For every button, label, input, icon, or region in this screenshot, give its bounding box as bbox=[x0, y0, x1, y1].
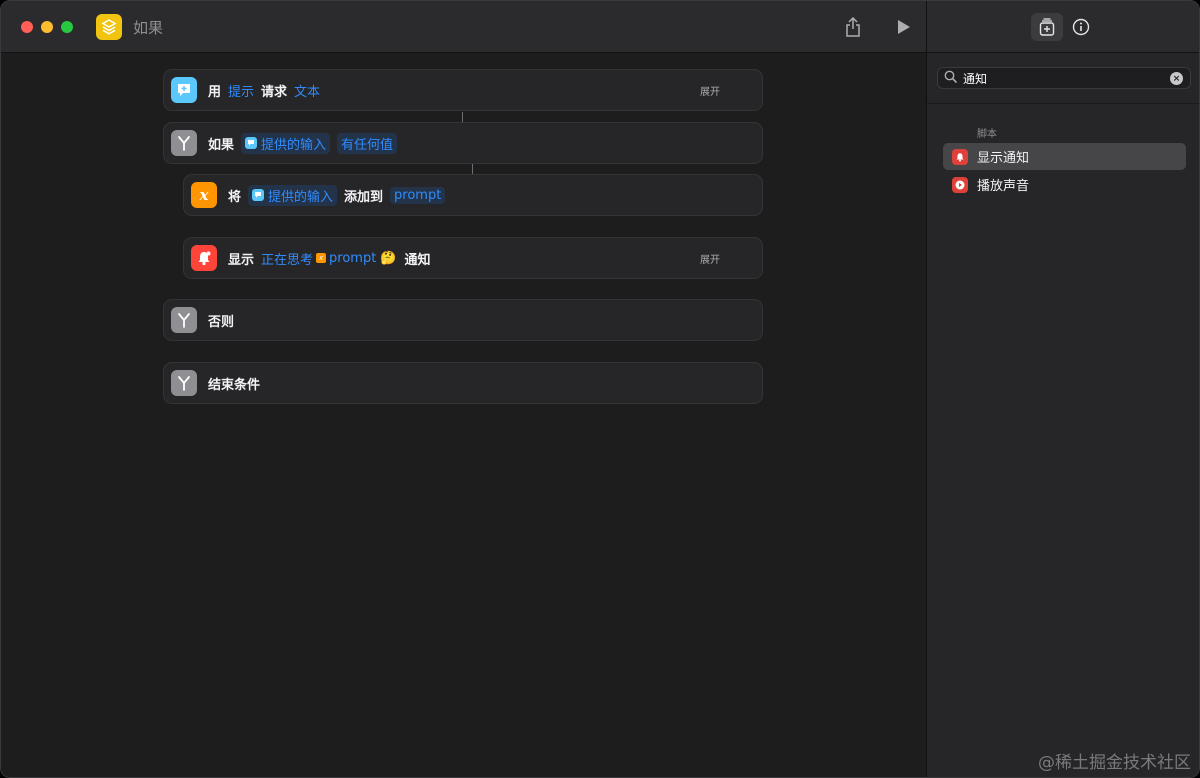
expand-button[interactable]: 展开 bbox=[700, 251, 720, 266]
title-bar: 如果 bbox=[1, 1, 926, 53]
sidebar-item-label: 播放声音 bbox=[977, 179, 1030, 194]
input-type-token[interactable]: 文本 bbox=[294, 81, 320, 100]
shortcut-editor: 用 提示 请求 文本 展开 如果 提供的输入 有任何值 x 将 提供的输入 添加… bbox=[1, 54, 926, 777]
search-input[interactable] bbox=[963, 71, 1163, 85]
expand-button[interactable]: 展开 bbox=[700, 83, 720, 98]
sidebar-item-label: 显示通知 bbox=[977, 151, 1030, 166]
divider bbox=[927, 103, 1199, 104]
shortcut-icon[interactable] bbox=[96, 14, 122, 40]
provided-input-variable[interactable]: 提供的输入 bbox=[248, 184, 338, 206]
action-label: 否则 bbox=[208, 314, 235, 330]
action-word: 通知 bbox=[404, 252, 431, 268]
clear-search-icon[interactable]: × bbox=[1170, 72, 1183, 85]
add-action-icon[interactable] bbox=[1031, 13, 1063, 41]
connector-line bbox=[462, 112, 463, 122]
action-search-field[interactable]: × bbox=[937, 67, 1191, 89]
show-notification-action[interactable]: 显示 正在思考 x prompt 🤔 通知 展开 bbox=[183, 237, 763, 279]
action-label: 结束条件 bbox=[208, 377, 261, 393]
variable-label: 提供的输入 bbox=[261, 137, 327, 153]
speech-bubble-icon bbox=[252, 189, 265, 201]
provided-input-variable[interactable]: 提供的输入 bbox=[241, 132, 331, 154]
connector-line bbox=[472, 164, 473, 174]
action-verb: 显示 bbox=[228, 252, 255, 268]
variable-label: 提供的输入 bbox=[268, 189, 334, 205]
bell-icon bbox=[952, 148, 968, 165]
sidebar-toolbar bbox=[927, 1, 1199, 53]
add-to-variable-action[interactable]: x 将 提供的输入 添加到 prompt bbox=[183, 174, 763, 216]
action-library-sidebar: × 脚本 显示通知 播放声音 @稀土掘金技术社区 bbox=[926, 1, 1199, 777]
prompt-variable[interactable]: prompt bbox=[329, 251, 376, 266]
action-word: 请求 bbox=[261, 84, 288, 100]
if-action[interactable]: 如果 提供的输入 有任何值 bbox=[163, 122, 763, 164]
variable-x-icon: x bbox=[191, 182, 217, 208]
thinking-emoji: 🤔 bbox=[380, 250, 397, 266]
action-word: 添加到 bbox=[344, 189, 384, 205]
action-verb: 用 bbox=[208, 84, 222, 100]
notification-text[interactable]: 正在思考 bbox=[261, 249, 313, 268]
play-icon[interactable] bbox=[892, 15, 916, 39]
speech-bubble-icon bbox=[245, 137, 258, 149]
bell-icon bbox=[191, 245, 217, 271]
prompt-token[interactable]: 提示 bbox=[228, 81, 254, 100]
variable-x-icon: x bbox=[316, 253, 327, 263]
otherwise-action[interactable]: 否则 bbox=[163, 299, 763, 341]
ask-for-input-action[interactable]: 用 提示 请求 文本 展开 bbox=[163, 69, 763, 111]
branch-icon bbox=[171, 370, 197, 396]
minimize-window-button[interactable] bbox=[41, 21, 53, 33]
play-circle-icon bbox=[952, 176, 968, 193]
info-icon[interactable] bbox=[1065, 13, 1097, 41]
action-verb: 如果 bbox=[208, 137, 235, 153]
end-if-action[interactable]: 结束条件 bbox=[163, 362, 763, 404]
section-header-scripting: 脚本 bbox=[977, 129, 997, 140]
sidebar-item-show-notification[interactable]: 显示通知 bbox=[943, 143, 1186, 170]
shortcuts-window: 如果 用 提示 请求 文本 展开 如果 提供的输入 有任何值 x 将 提供的输入… bbox=[0, 0, 1200, 778]
watermark: @稀土掘金技术社区 bbox=[1038, 753, 1191, 773]
speech-bubble-icon bbox=[171, 77, 197, 103]
sidebar-item-play-sound[interactable]: 播放声音 bbox=[943, 171, 1186, 198]
action-verb: 将 bbox=[228, 189, 242, 205]
window-title[interactable]: 如果 bbox=[133, 17, 163, 38]
branch-icon bbox=[171, 307, 197, 333]
zoom-window-button[interactable] bbox=[61, 21, 73, 33]
search-icon bbox=[944, 70, 957, 87]
prompt-variable[interactable]: prompt bbox=[390, 186, 446, 204]
condition-token[interactable]: 有任何值 bbox=[337, 132, 398, 154]
branch-icon bbox=[171, 130, 197, 156]
close-window-button[interactable] bbox=[21, 21, 33, 33]
share-icon[interactable] bbox=[841, 15, 865, 39]
